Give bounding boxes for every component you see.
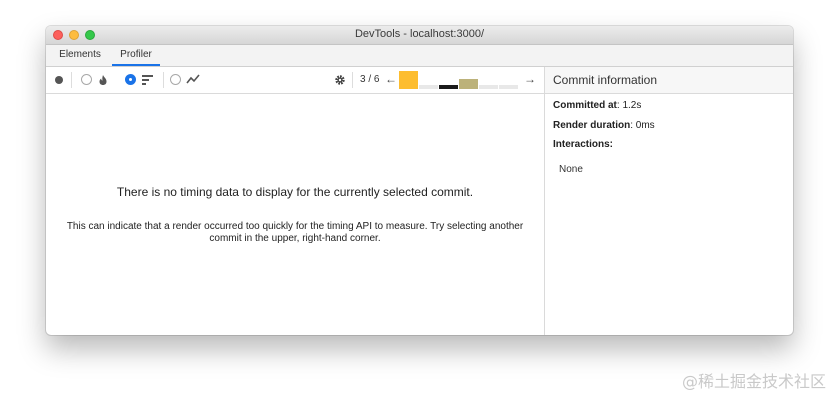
commit-bar[interactable] — [479, 85, 498, 89]
commit-bar[interactable] — [459, 79, 478, 89]
commit-selector[interactable] — [399, 71, 521, 89]
interactions-row: Interactions: — [553, 139, 613, 150]
commit-bar-selected[interactable] — [399, 71, 418, 89]
commit-info-panel: Commit information Committed at: 1.2s Re… — [544, 67, 793, 335]
next-commit-button[interactable]: → — [524, 72, 536, 86]
empty-state-hint-line: This can indicate that a render occurred… — [66, 221, 524, 232]
commit-bar[interactable] — [499, 85, 518, 89]
devtools-window: DevTools - localhost:3000/ Elements Prof… — [46, 26, 793, 335]
profiler-toolbar: 3 / 6 ← → — [46, 67, 544, 94]
tab-profiler[interactable]: Profiler — [112, 45, 160, 66]
interactions-radio[interactable] — [170, 74, 181, 85]
flame-chart-radio[interactable] — [81, 74, 92, 85]
render-duration-row: Render duration: 0ms — [553, 120, 655, 131]
render-duration-value: : 0ms — [630, 120, 655, 131]
interactions-label: Interactions: — [553, 139, 614, 150]
render-duration-label: Render duration — [553, 120, 631, 131]
previous-commit-button[interactable]: ← — [385, 72, 397, 86]
empty-state-title: There is no timing data to display for t… — [116, 185, 474, 199]
window-title: DevTools - localhost:3000/ — [354, 28, 484, 40]
commit-bar[interactable] — [439, 85, 458, 89]
empty-state-hint: This can indicate that a render occurred… — [60, 221, 530, 245]
watermark: @稀土掘金技术社区 — [681, 372, 826, 391]
devtools-tab-bar: Elements Profiler — [46, 45, 793, 67]
commit-index: 3 / 6 — [360, 74, 380, 85]
committed-at-row: Committed at: 1.2s — [553, 100, 641, 111]
committed-at-value: : 1.2s — [616, 100, 642, 111]
committed-at-label: Committed at — [553, 100, 617, 111]
gear-icon[interactable] — [334, 74, 346, 86]
toolbar-divider — [352, 72, 353, 88]
empty-state-hint-line: commit in the upper, right-hand corner. — [209, 233, 381, 244]
record-icon[interactable] — [55, 76, 63, 84]
interactions-icon — [186, 74, 200, 84]
flame-chart-icon — [99, 75, 107, 85]
commit-bar[interactable] — [419, 85, 438, 89]
toolbar-divider — [71, 72, 72, 88]
commit-info-header: Commit information — [545, 67, 793, 94]
ranked-chart-icon — [142, 75, 153, 85]
title-bar: DevTools - localhost:3000/ — [46, 26, 793, 45]
tab-elements[interactable]: Elements — [52, 45, 108, 66]
interactions-value: None — [559, 164, 583, 175]
toolbar-divider — [163, 72, 164, 88]
ranked-chart-radio[interactable] — [125, 74, 136, 85]
